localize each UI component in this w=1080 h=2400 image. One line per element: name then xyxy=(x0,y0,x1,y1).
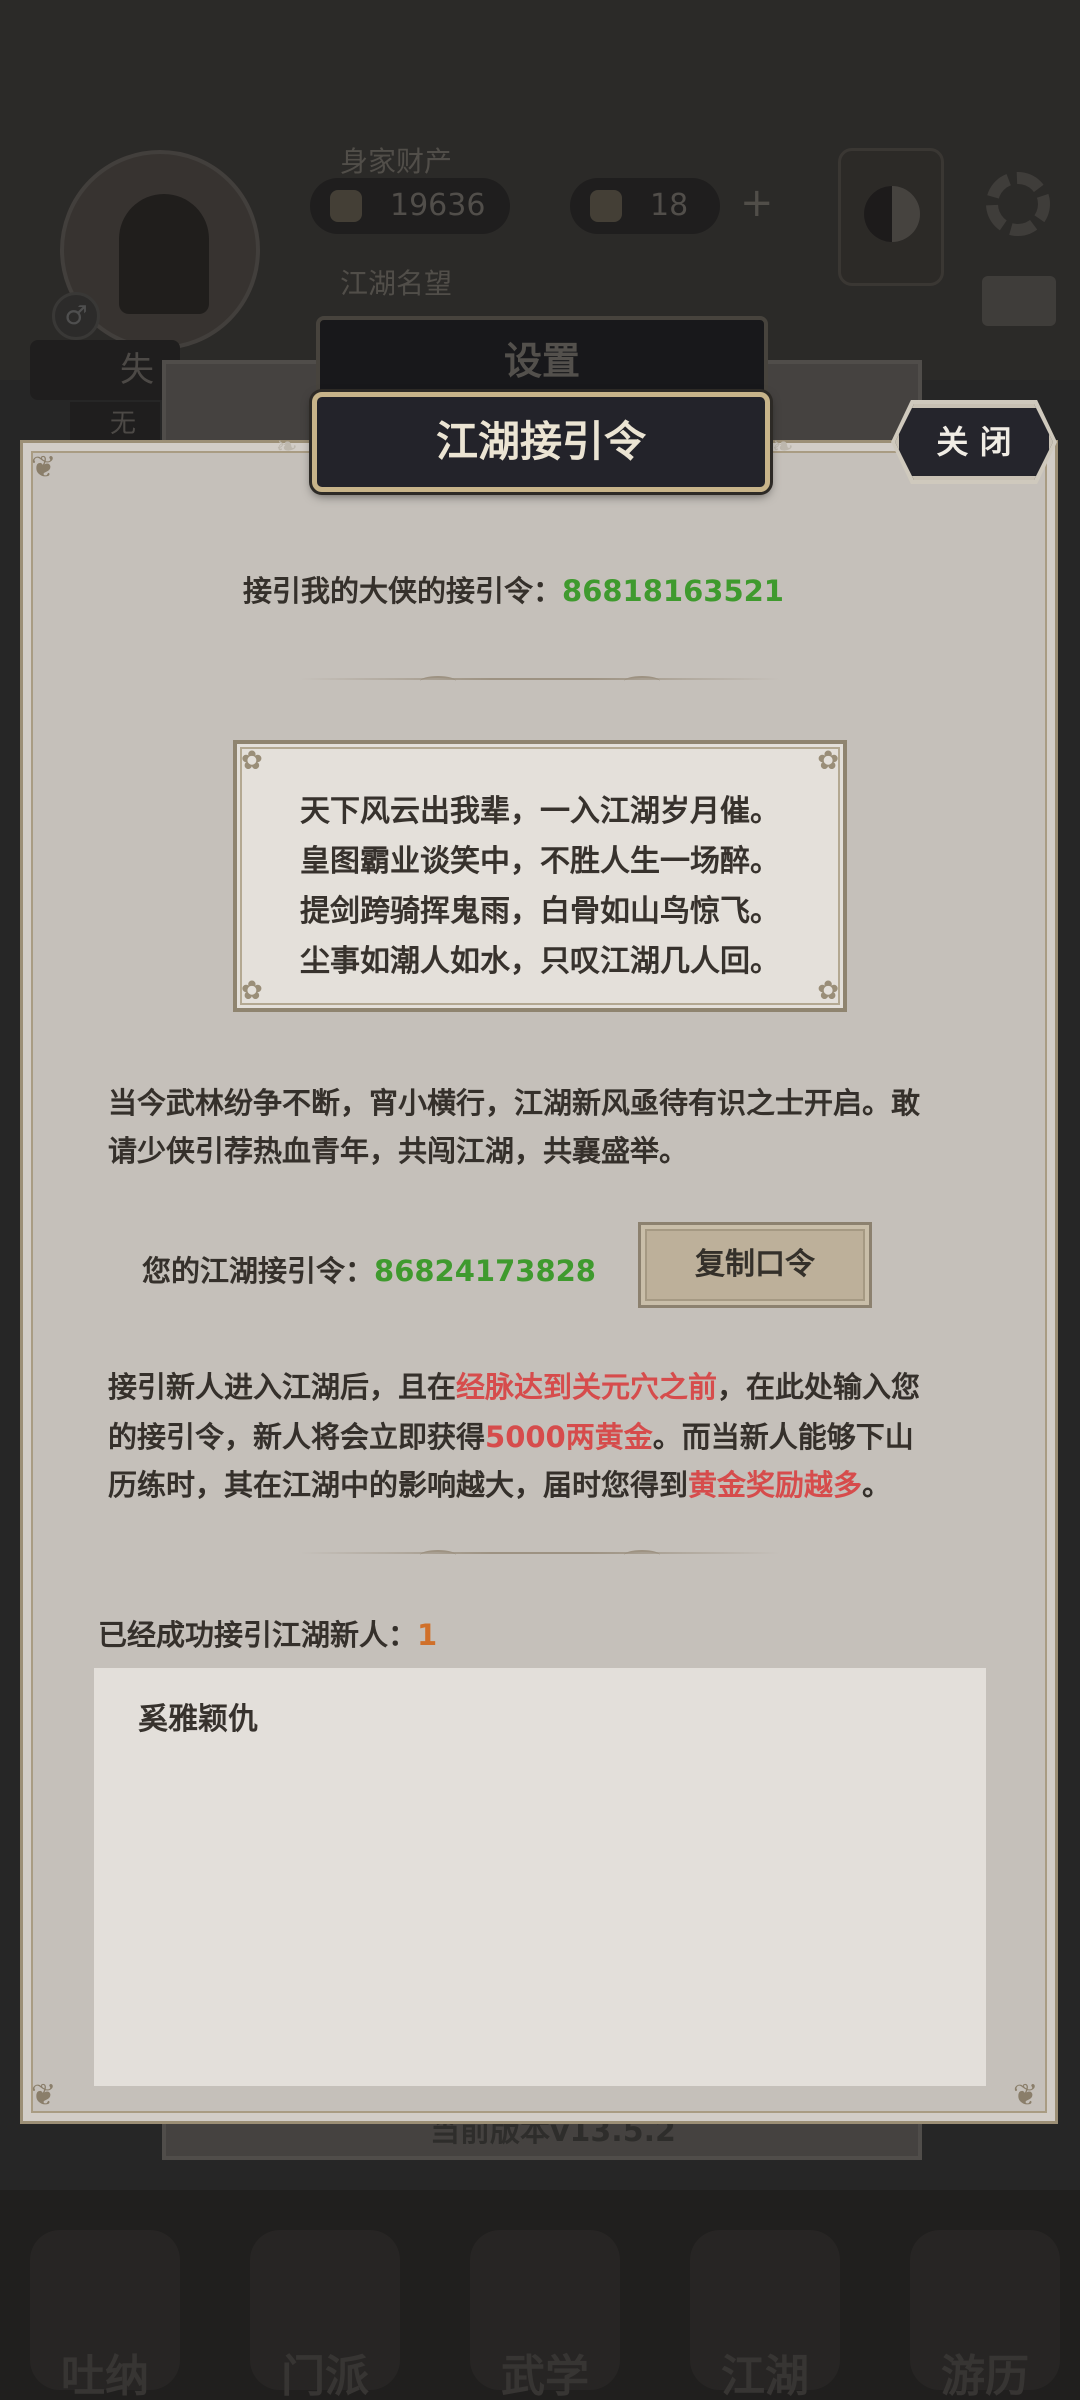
divider xyxy=(300,678,780,680)
invited-count-row: 已经成功接引江湖新人：1 xyxy=(98,1612,437,1654)
corner-ornament: ❦ xyxy=(31,2078,57,2113)
gold-reward-bonus: 黄金奖励越多 xyxy=(688,1468,863,1502)
invited-count-label: 已经成功接引江湖新人： xyxy=(98,1618,418,1652)
reward-rule-line: 历练时，其在江湖中的影响越大，届时您得到黄金奖励越多。 xyxy=(108,1468,892,1502)
poem-corner-ornament: ✿ xyxy=(241,976,263,1006)
reward-rule-line: 接引新人进入江湖后，且在经脉达到关元穴之前，在此处输入您 xyxy=(108,1370,921,1404)
my-code-label: 您的江湖接引令： xyxy=(142,1254,375,1288)
invited-list[interactable]: 奚雅颖仇 xyxy=(94,1668,986,2086)
poem-line: 尘事如潮人如水，只叹江湖几人回。 xyxy=(300,944,780,979)
divider-ornament xyxy=(420,676,456,686)
gold-reward-amount: 5000两黄金 xyxy=(485,1420,653,1454)
dialog-title: 江湖接引令 xyxy=(312,392,770,492)
intro-text-line: 当今武林纷争不断，宵小横行，江湖新风亟待有识之士开启。敢 xyxy=(108,1086,921,1120)
corner-ornament: ❦ xyxy=(1013,2078,1039,2113)
poem-line: 提剑跨骑挥鬼雨，白骨如山鸟惊飞。 xyxy=(300,894,780,929)
invited-count-value: 1 xyxy=(417,1618,438,1652)
inviter-code-value: 86818163521 xyxy=(562,574,784,608)
poem-line: 皇图霸业谈笑中，不胜人生一场醉。 xyxy=(300,844,780,879)
poem-line: 天下风云出我辈，一入江湖岁月催。 xyxy=(300,794,780,829)
poem-corner-ornament: ✿ xyxy=(817,746,839,776)
corner-ornament: ❦ xyxy=(31,450,57,485)
meridian-condition: 经脉达到关元穴之前 xyxy=(456,1370,718,1404)
my-code-row: 您的江湖接引令：86824173828 xyxy=(142,1248,596,1290)
inviter-code-label: 接引我的大侠的接引令： xyxy=(243,574,563,608)
divider-ornament xyxy=(624,676,660,686)
copy-code-button[interactable]: 复制口令 xyxy=(638,1222,872,1308)
title-wing-ornament: ❧ xyxy=(772,432,794,462)
close-button[interactable]: 关 闭 xyxy=(895,404,1053,480)
intro-text-line: 请少侠引荐热血青年，共闯江湖，共襄盛举。 xyxy=(108,1134,689,1168)
poem-corner-ornament: ✿ xyxy=(817,976,839,1006)
my-code-value: 86824173828 xyxy=(374,1254,596,1288)
inviter-code-row: 接引我的大侠的接引令：86818163521 xyxy=(243,568,784,610)
divider-ornament xyxy=(420,1550,456,1560)
divider xyxy=(300,1552,780,1554)
reward-rule-line: 的接引令，新人将会立即获得5000两黄金。而当新人能够下山 xyxy=(108,1420,914,1454)
title-wing-ornament: ❧ xyxy=(276,432,298,462)
poem-box: ✿ ✿ ✿ ✿ 天下风云出我辈，一入江湖岁月催。 皇图霸业谈笑中，不胜人生一场醉… xyxy=(233,740,847,1012)
poem-corner-ornament: ✿ xyxy=(241,746,263,776)
divider-ornament xyxy=(624,1550,660,1560)
list-item: 奚雅颖仇 xyxy=(138,1702,258,1737)
